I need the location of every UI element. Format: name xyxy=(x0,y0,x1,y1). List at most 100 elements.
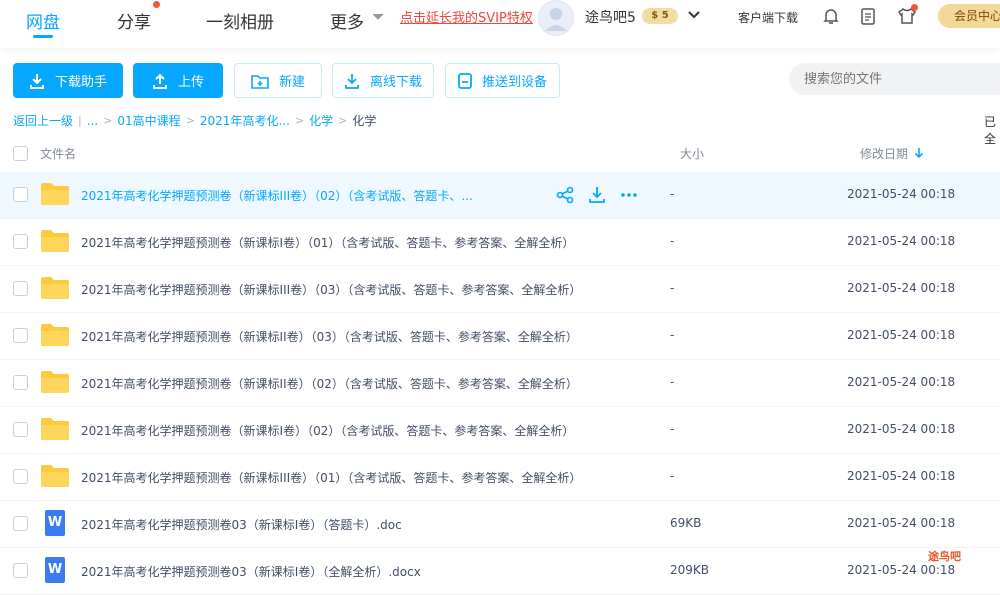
breadcrumb-separator: > xyxy=(185,114,195,127)
new-folder-icon xyxy=(251,74,269,89)
folder-icon xyxy=(41,371,69,393)
row-actions xyxy=(555,185,639,205)
upload-icon xyxy=(152,73,167,89)
file-name[interactable]: 2021年高考化学押题预测卷03（新课标I卷）（全解全析）.docx xyxy=(81,563,421,580)
skin-notification-dot xyxy=(911,4,918,11)
member-center-button[interactable]: 会员中心 xyxy=(938,4,1000,28)
row-checkbox[interactable] xyxy=(13,281,28,296)
select-all-checkbox[interactable] xyxy=(13,146,28,161)
row-checkbox[interactable] xyxy=(13,422,28,437)
nav-active-indicator xyxy=(33,35,53,38)
column-size-header[interactable]: 大小 xyxy=(680,145,704,162)
breadcrumb-separator: > xyxy=(338,114,348,127)
folder-icon xyxy=(41,465,69,487)
table-row[interactable]: 2021年高考化学押题预测卷（新课标I卷）（01）（含考试版、答题卡、参考答案、… xyxy=(0,219,1000,266)
row-checkbox[interactable] xyxy=(13,234,28,249)
column-name-header[interactable]: 文件名 xyxy=(40,145,76,162)
avatar[interactable] xyxy=(538,0,574,36)
share-icon[interactable] xyxy=(555,185,575,205)
folder-icon xyxy=(41,418,69,440)
push-device-label: 推送到设备 xyxy=(481,75,547,90)
breadcrumb-current: 化学 xyxy=(352,114,377,128)
breadcrumb-level3[interactable]: 化学 xyxy=(309,112,333,129)
download-helper-label: 下载助手 xyxy=(54,75,107,90)
more-chevron-icon[interactable] xyxy=(372,13,384,21)
row-checkbox[interactable] xyxy=(13,516,28,531)
svip-promo-link[interactable]: 点击延长我的SVIP特权 xyxy=(400,7,533,26)
word-doc-icon: W xyxy=(45,557,65,583)
table-row[interactable]: 2021年高考化学押题预测卷（新课标III卷）（01）（含考试版、答题卡、参考答… xyxy=(0,454,1000,501)
table-row[interactable]: 2021年高考化学押题预测卷（新课标II卷）（02）（含考试版、答题卡、参考答案… xyxy=(0,360,1000,407)
file-name[interactable]: 2021年高考化学押题预测卷（新课标III卷）（03）（含考试版、答题卡、参考答… xyxy=(81,281,581,298)
file-modified-date: 2021-05-24 00:18 xyxy=(847,281,956,295)
user-menu-chevron-icon[interactable] xyxy=(687,8,701,22)
file-modified-date: 2021-05-24 00:18 xyxy=(847,422,956,436)
breadcrumb-level1[interactable]: 01高中课程 xyxy=(117,112,180,129)
row-checkbox[interactable] xyxy=(13,469,28,484)
push-device-button[interactable]: 推送到设备 xyxy=(445,63,560,98)
file-modified-date: 2021-05-24 00:18 xyxy=(847,516,956,530)
file-size: 69KB xyxy=(670,516,702,530)
table-row[interactable]: 2021年高考化学押题预测卷（新课标III卷）（03）（含考试版、答题卡、参考答… xyxy=(0,266,1000,313)
row-checkbox[interactable] xyxy=(13,187,28,202)
svip-badge: $ 5 xyxy=(642,8,678,24)
breadcrumb-back[interactable]: 返回上一级 xyxy=(13,112,73,129)
sort-desc-arrow-icon[interactable] xyxy=(914,147,924,159)
breadcrumb: 返回上一级 | ... > 01高中课程 > 2021年高考化... > 化学 … xyxy=(13,112,376,129)
file-name[interactable]: 2021年高考化学押题预测卷（新课标III卷）（01）（含考试版、答题卡、参考答… xyxy=(81,469,581,486)
table-row[interactable]: 2021年高考化学押题预测卷（新课标I卷）（02）（含考试版、答题卡、参考答案、… xyxy=(0,407,1000,454)
more-options-icon[interactable] xyxy=(619,185,639,205)
table-row[interactable]: 2021年高考化学押题预测卷（新课标III卷）（02）（含考试版、答题卡、...… xyxy=(0,172,1000,219)
file-modified-date: 2021-05-24 00:18 xyxy=(847,375,956,389)
file-size: - xyxy=(670,328,675,342)
nav-item-share[interactable]: 分享 xyxy=(117,0,151,40)
file-size: - xyxy=(670,422,675,436)
file-name[interactable]: 2021年高考化学押题预测卷（新课标I卷）（01）（含考试版、答题卡、参考答案、… xyxy=(81,234,574,251)
share-notification-dot xyxy=(153,1,160,8)
offline-download-label: 离线下载 xyxy=(369,75,422,90)
row-checkbox[interactable] xyxy=(13,375,28,390)
breadcrumb-separator: | xyxy=(78,114,82,127)
offline-download-button[interactable]: 离线下载 xyxy=(332,63,434,98)
clipboard-icon[interactable] xyxy=(857,5,879,27)
nav-item-netdisk[interactable]: 网盘 xyxy=(26,0,60,40)
breadcrumb-ellipsis[interactable]: ... xyxy=(87,114,98,128)
nav-item-album[interactable]: 一刻相册 xyxy=(206,0,274,40)
nav-item-more[interactable]: 更多 xyxy=(330,0,364,40)
file-modified-date: 2021-05-24 00:18 xyxy=(847,469,956,483)
file-name[interactable]: 2021年高考化学押题预测卷（新课标II卷）（03）（含考试版、答题卡、参考答案… xyxy=(81,328,578,345)
file-size: - xyxy=(670,187,675,201)
user-avatar-icon xyxy=(545,8,567,31)
notification-bell-icon[interactable] xyxy=(820,5,842,27)
breadcrumb-level2[interactable]: 2021年高考化... xyxy=(200,112,290,129)
column-modified-header[interactable]: 修改日期 xyxy=(860,145,908,162)
upload-button[interactable]: 上传 xyxy=(133,63,223,98)
file-name[interactable]: 2021年高考化学押题预测卷（新课标III卷）（02）（含考试版、答题卡、... xyxy=(81,187,473,204)
device-icon xyxy=(458,72,472,89)
file-size: - xyxy=(670,375,675,389)
breadcrumb-separator: > xyxy=(294,114,305,127)
username[interactable]: 途鸟吧5 xyxy=(585,7,636,27)
top-nav-bar: 网盘 分享 一刻相册 更多 点击延长我的SVIP特权 途鸟吧5 $ 5 客户端下… xyxy=(0,0,1000,48)
table-row[interactable]: 2021年高考化学押题预测卷（新课标II卷）（03）（含考试版、答题卡、参考答案… xyxy=(0,313,1000,360)
new-folder-button[interactable]: 新建 xyxy=(234,63,322,98)
download-icon[interactable] xyxy=(587,185,607,205)
file-modified-date: 2021-05-24 00:18 xyxy=(847,187,956,201)
download-helper-button[interactable]: 下载助手 xyxy=(13,63,123,98)
table-row[interactable]: W 2021年高考化学押题预测卷03（新课标I卷）（答题卡）.doc 69KB 202… xyxy=(0,501,1000,548)
breadcrumb-separator: > xyxy=(103,114,113,127)
client-download-link[interactable]: 客户端下载 xyxy=(738,9,798,26)
offline-download-icon xyxy=(345,73,359,89)
row-checkbox[interactable] xyxy=(13,328,28,343)
table-row[interactable]: W 2021年高考化学押题预测卷03（新课标I卷）（全解全析）.docx 209KB… xyxy=(0,548,1000,595)
folder-icon xyxy=(41,183,69,205)
file-name[interactable]: 2021年高考化学押题预测卷03（新课标I卷）（答题卡）.doc xyxy=(81,516,402,533)
file-modified-date: 2021-05-24 00:18 xyxy=(847,328,956,342)
file-size: - xyxy=(670,281,675,295)
new-label: 新建 xyxy=(278,75,305,90)
file-table-header: 文件名 大小 修改日期 xyxy=(0,140,1000,166)
file-name[interactable]: 2021年高考化学押题预测卷（新课标II卷）（02）（含考试版、答题卡、参考答案… xyxy=(81,375,578,392)
folder-icon xyxy=(41,324,69,346)
file-name[interactable]: 2021年高考化学押题预测卷（新课标I卷）（02）（含考试版、答题卡、参考答案、… xyxy=(81,422,574,439)
search-input[interactable] xyxy=(789,63,1000,95)
